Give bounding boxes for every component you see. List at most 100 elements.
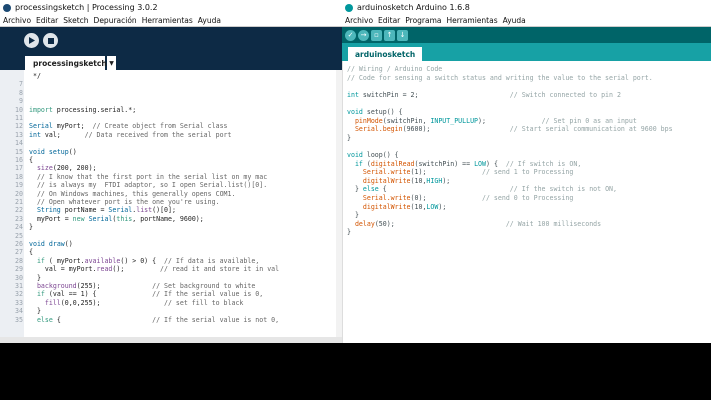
line-text: background(255); // Set background to wh… [36, 282, 256, 290]
line-number: 17 [15, 164, 23, 173]
code-line: } [347, 133, 351, 142]
line-text: // Open whatever port is the one you're … [36, 198, 220, 206]
processing-titlebar: processingsketch | Processing 3.0.2 [0, 0, 342, 15]
code-line: Serial.write(0); // send 0 to Processing [362, 194, 574, 202]
line-number: 35 [15, 315, 23, 324]
menu-ayuda[interactable]: Ayuda [198, 16, 221, 25]
menu-herramientas[interactable]: Herramientas [142, 16, 193, 25]
line-text: void setup() [29, 147, 77, 156]
line-text: void draw() [29, 240, 73, 248]
code-line: digitalWrite(10,HIGH); [362, 176, 451, 185]
arrow-right-icon: → [360, 31, 367, 39]
line-number: 19 [15, 181, 23, 190]
arduino-tabbar: arduinosketch [342, 43, 711, 61]
line-text: { [29, 248, 33, 257]
tab-processingsketch[interactable]: processingsketch [25, 56, 107, 70]
processing-window-title: processingsketch | Processing 3.0.2 [15, 3, 158, 12]
file-icon: ▫ [374, 31, 379, 39]
line-number: 15 [15, 147, 23, 156]
line-text: } [29, 273, 41, 282]
arduino-titlebar: arduinosketch Arduino 1.6.8 [342, 0, 711, 15]
code-line: pinMode(switchPin, INPUT_PULLUP); // Set… [354, 116, 637, 125]
save-button[interactable]: ↓ [397, 29, 408, 41]
line-number: 18 [15, 172, 23, 181]
code-line: delay(50); // Wait 100 milliseconds [354, 219, 602, 228]
processing-menubar: Archivo Editar Sketch Depuración Herrami… [0, 15, 342, 27]
arduino-app-icon [345, 3, 353, 12]
line-text: else { // If the serial value is not 0, [36, 315, 280, 324]
menu-sketch[interactable]: Sketch [63, 16, 88, 25]
open-button[interactable]: ↑ [384, 29, 395, 41]
line-text: import processing.serial.*; [29, 105, 137, 114]
code-line: } [347, 228, 351, 237]
line-text: // I know that the first port in the ser… [36, 172, 268, 181]
menu-editar[interactable]: Editar [36, 16, 58, 25]
line-number: 11 [15, 114, 23, 122]
processing-app-icon [3, 3, 11, 12]
code-line: // Wiring / Arduino Code [347, 65, 443, 73]
menu-programa[interactable]: Programa [405, 16, 441, 25]
line-number: 32 [15, 290, 23, 299]
line-number: 24 [15, 223, 23, 232]
line-number: 12 [15, 122, 23, 131]
line-text: } [29, 223, 33, 232]
run-button[interactable] [24, 33, 39, 48]
menu-herramientas[interactable]: Herramientas [447, 16, 498, 25]
code-line: } else { // If the switch is not ON, [347, 185, 617, 194]
line-text: } [29, 307, 41, 316]
menu-ayuda[interactable]: Ayuda [503, 16, 526, 25]
arduino-code-editor[interactable]: // Wiring / Arduino Code// Code for sens… [342, 61, 711, 343]
upload-button[interactable]: → [358, 29, 369, 41]
code-line: if (digitalRead(switchPin) == LOW) { // … [354, 159, 582, 168]
play-icon [29, 37, 35, 44]
line-text: if ( myPort.available() > 0) { // If dat… [36, 256, 260, 265]
arrow-down-icon: ↓ [399, 31, 406, 39]
menu-editar[interactable]: Editar [378, 16, 400, 25]
line-number: 22 [15, 206, 23, 215]
line-number: 27 [15, 248, 23, 257]
line-number: 9 [19, 97, 23, 106]
menu-depuracion[interactable]: Depuración [94, 16, 137, 25]
code-line: int switchPin = 2; // Switch connected t… [347, 90, 621, 99]
line-text: { [29, 156, 33, 164]
line-text: // is always my FTDI adaptor, so I open … [36, 181, 268, 190]
verify-button[interactable]: ✓ [345, 29, 356, 41]
processing-tabbar: processingsketch ▼ [0, 54, 342, 70]
line-text: String portName = Serial.list()[0]; [36, 206, 176, 215]
line-text: // On Windows machines, this generally o… [36, 189, 236, 198]
line-text: myPort = new Serial(this, portName, 9600… [29, 214, 204, 223]
menu-archivo[interactable]: Archivo [345, 16, 373, 25]
line-number: 10 [15, 105, 23, 114]
line-number: 29 [15, 265, 23, 274]
processing-horizontal-scrollbar[interactable] [0, 337, 342, 343]
tab-menu-arrow-icon[interactable]: ▼ [107, 56, 116, 70]
line-number: 25 [15, 231, 23, 240]
processing-window: processingsketch | Processing 3.0.2 Arch… [0, 0, 342, 343]
code-line: Serial.write(1); // send 1 to Processing [362, 168, 574, 177]
line-number: 26 [15, 240, 23, 248]
line-number: 20 [15, 189, 23, 198]
tab-arduinosketch[interactable]: arduinosketch [348, 47, 423, 61]
arduino-window-title: arduinosketch Arduino 1.6.8 [357, 3, 470, 12]
stop-icon [47, 37, 54, 44]
line-number: 30 [15, 273, 23, 282]
arduino-window: arduinosketch Arduino 1.6.8 Archivo Edit… [342, 0, 711, 343]
check-icon: ✓ [347, 31, 354, 39]
processing-toolbar [0, 27, 342, 54]
new-button[interactable]: ▫ [371, 29, 382, 41]
arrow-up-icon: ↑ [386, 31, 393, 39]
line-number: 8 [19, 88, 23, 97]
line-text: fill(0,0,255); // set fill to black [44, 298, 244, 307]
code-line: digitalWrite(10,LOW); [362, 202, 447, 211]
arduino-menubar: Archivo Editar Programa Herramientas Ayu… [342, 15, 711, 27]
line-text: val = myPort.read(); // read it and stor… [29, 265, 280, 274]
stop-button[interactable] [43, 33, 58, 48]
processing-code-editor[interactable]: */ 7 8 9 10 import processing.serial.*; 11 12 Se… [0, 70, 342, 343]
line-text: if (val == 1) { // If the serial value i… [36, 290, 264, 299]
line-text: int val; // Data received from the seria… [29, 130, 232, 139]
line-number: 34 [15, 307, 23, 316]
line-number: 23 [15, 214, 23, 223]
menu-archivo[interactable]: Archivo [3, 16, 31, 25]
line-number: 14 [15, 139, 23, 148]
line-number: 21 [15, 198, 23, 206]
